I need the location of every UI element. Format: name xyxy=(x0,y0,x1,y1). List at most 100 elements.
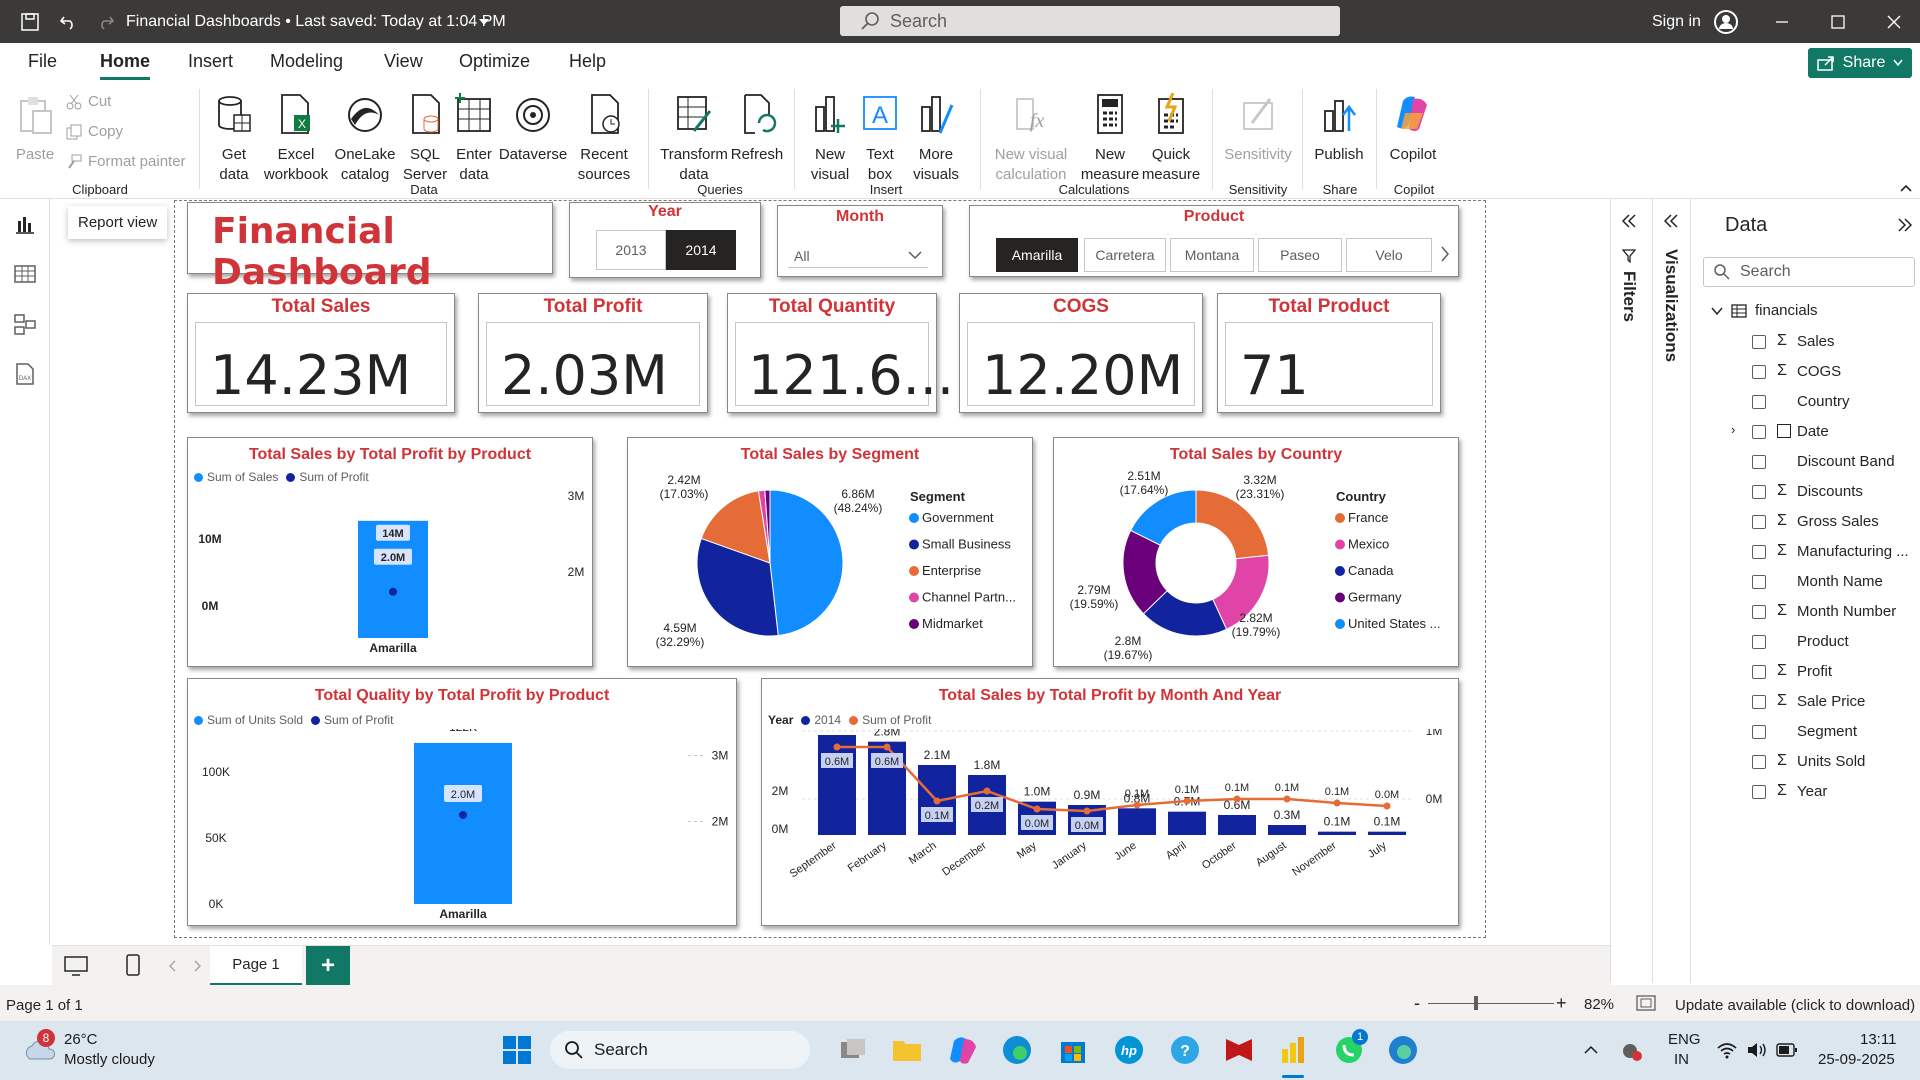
field-checkbox[interactable] xyxy=(1752,395,1766,409)
save-icon[interactable] xyxy=(20,0,40,43)
field-units-sold[interactable]: Σ Units Sold xyxy=(1691,750,1920,774)
share-button[interactable]: Share xyxy=(1808,48,1912,78)
field-checkbox[interactable] xyxy=(1752,365,1766,379)
field-month-number[interactable]: Σ Month Number xyxy=(1691,600,1920,624)
update-notice[interactable]: Update available (click to download) xyxy=(1675,997,1915,1014)
field-cogs[interactable]: Σ COGS xyxy=(1691,360,1920,384)
add-page-button[interactable]: + xyxy=(306,946,350,986)
refresh-button[interactable]: Refresh xyxy=(730,93,784,165)
table-view-icon[interactable] xyxy=(12,261,38,287)
field-checkbox[interactable] xyxy=(1752,515,1766,529)
language-region[interactable]: IN xyxy=(1674,1051,1689,1068)
weather-desc[interactable]: Mostly cloudy xyxy=(64,1051,155,1068)
task-view-icon[interactable] xyxy=(836,1033,870,1067)
power-bi-icon[interactable] xyxy=(1276,1033,1310,1067)
field-checkbox[interactable] xyxy=(1752,665,1766,679)
copy-button[interactable]: Copy xyxy=(66,123,123,140)
field-checkbox[interactable] xyxy=(1752,545,1766,559)
chart-sales-profit-product[interactable]: Total Sales by Total Profit by Product S… xyxy=(187,437,593,667)
page-tab[interactable]: Page 1 xyxy=(210,946,302,986)
field-month-name[interactable]: Month Name xyxy=(1691,570,1920,594)
desktop-layout-icon[interactable] xyxy=(64,956,88,976)
chevron-down-icon[interactable] xyxy=(478,0,490,43)
product-option-montana[interactable]: Montana xyxy=(1170,238,1254,272)
tab-modeling[interactable]: Modeling xyxy=(270,51,343,72)
month-dropdown[interactable]: All xyxy=(788,242,928,268)
chart-quantity-profit-product[interactable]: Total Quality by Total Profit by Product… xyxy=(187,678,737,926)
more-visuals-button[interactable]: More visuals xyxy=(904,93,968,185)
copilot-button[interactable]: Copilot xyxy=(1382,93,1444,165)
double-chevron-left-icon[interactable] xyxy=(1663,213,1679,229)
copilot-app-icon[interactable] xyxy=(946,1033,980,1067)
search-input[interactable]: Search xyxy=(840,6,1340,36)
field-checkbox[interactable] xyxy=(1752,755,1766,769)
new-measure-button[interactable]: New measure xyxy=(1080,93,1140,185)
chevron-left-icon[interactable] xyxy=(168,960,176,972)
field-discount-band[interactable]: Discount Band xyxy=(1691,450,1920,474)
field-profit[interactable]: Σ Profit xyxy=(1691,660,1920,684)
field-discounts[interactable]: Σ Discounts xyxy=(1691,480,1920,504)
fit-to-page-icon[interactable] xyxy=(1636,995,1656,1011)
table-financials[interactable]: financials xyxy=(1711,302,1818,319)
quick-measure-button[interactable]: Quick measure xyxy=(1140,92,1202,185)
dax-query-view-icon[interactable]: DAX xyxy=(12,361,38,387)
store-icon[interactable] xyxy=(1056,1033,1090,1067)
field-year[interactable]: Σ Year xyxy=(1691,780,1920,804)
clock-date[interactable]: 25-09-2025 xyxy=(1818,1051,1895,1068)
field-checkbox[interactable] xyxy=(1752,695,1766,709)
mcafee-icon[interactable] xyxy=(1222,1033,1256,1067)
mobile-layout-icon[interactable] xyxy=(126,954,140,976)
redo-icon[interactable] xyxy=(96,0,116,43)
excel-workbook-button[interactable]: X Excel workbook xyxy=(262,93,330,185)
network-alert-icon[interactable] xyxy=(1620,1039,1644,1063)
field-checkbox[interactable] xyxy=(1752,635,1766,649)
double-chevron-left-icon[interactable] xyxy=(1621,213,1637,229)
year-option-2013[interactable]: 2013 xyxy=(596,230,666,270)
cut-button[interactable]: Cut xyxy=(66,93,111,110)
field-segment[interactable]: Segment xyxy=(1691,720,1920,744)
tab-help[interactable]: Help xyxy=(569,51,606,72)
enter-data-button[interactable]: Enter data xyxy=(450,93,498,185)
chart-sales-by-segment[interactable]: Total Sales by Segment Segment Government… xyxy=(627,437,1033,667)
chart-sales-by-country[interactable]: Total Sales by Country Country France Mexi… xyxy=(1053,437,1459,667)
tab-home[interactable]: Home xyxy=(100,51,151,80)
data-search-input[interactable]: Search xyxy=(1703,257,1915,287)
minimize-icon[interactable] xyxy=(1774,0,1790,43)
recent-sources-button[interactable]: Recent sources xyxy=(568,93,640,185)
hp-icon[interactable]: hp xyxy=(1112,1033,1146,1067)
visualizations-pane[interactable]: Visualizations xyxy=(1652,199,1688,983)
chevron-right-icon[interactable] xyxy=(194,960,202,972)
chart-sales-profit-month-year[interactable]: Total Sales by Total Profit by Month And… xyxy=(761,678,1459,926)
double-chevron-right-icon[interactable] xyxy=(1897,217,1913,233)
field-checkbox[interactable] xyxy=(1752,485,1766,499)
year-option-2014[interactable]: 2014 xyxy=(666,230,736,270)
file-title[interactable]: Financial Dashboards • Last saved: Today… xyxy=(126,0,506,43)
help-icon[interactable]: ? xyxy=(1168,1033,1202,1067)
format-painter-button[interactable]: Format painter xyxy=(66,153,186,170)
sign-in-button[interactable]: Sign in xyxy=(1652,0,1739,43)
windows-start-icon[interactable] xyxy=(500,1033,534,1067)
new-visual-calculation-button[interactable]: fx New visual calculation xyxy=(986,93,1076,185)
get-data-button[interactable]: Get data xyxy=(206,93,262,185)
field-checkbox[interactable] xyxy=(1752,605,1766,619)
wifi-icon[interactable] xyxy=(1716,1041,1738,1059)
filters-pane[interactable]: Filters xyxy=(1610,199,1646,983)
edge-browser-icon[interactable] xyxy=(1000,1033,1034,1067)
product-option-velo[interactable]: Velo xyxy=(1346,238,1432,272)
language[interactable]: ENG xyxy=(1668,1031,1701,1048)
maximize-icon[interactable] xyxy=(1830,0,1846,43)
clock-time[interactable]: 13:11 xyxy=(1860,1031,1896,1048)
product-option-paseo[interactable]: Paseo xyxy=(1258,238,1342,272)
taskbar-search[interactable]: Search xyxy=(550,1031,810,1069)
edge-dev-icon[interactable] xyxy=(1386,1033,1420,1067)
field-gross-sales[interactable]: Σ Gross Sales xyxy=(1691,510,1920,534)
zoom-slider[interactable] xyxy=(1428,1003,1554,1004)
field-checkbox[interactable] xyxy=(1752,455,1766,469)
field-checkbox[interactable] xyxy=(1752,335,1766,349)
product-option-amarilla[interactable]: Amarilla xyxy=(996,238,1078,272)
field-checkbox[interactable] xyxy=(1752,785,1766,799)
field-country[interactable]: Country xyxy=(1691,390,1920,414)
volume-icon[interactable] xyxy=(1746,1041,1768,1059)
tab-optimize[interactable]: Optimize xyxy=(459,51,530,72)
file-explorer-icon[interactable] xyxy=(890,1033,924,1067)
